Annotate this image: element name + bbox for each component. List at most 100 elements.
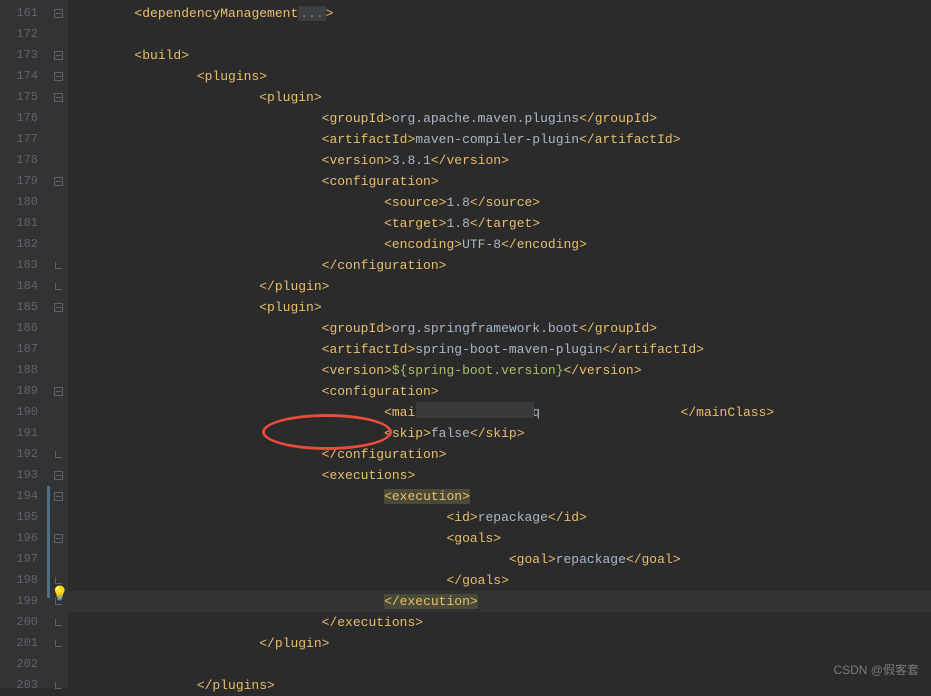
line-number: 174 [0,66,48,87]
line-number: 189 [0,381,48,402]
fold-marker[interactable] [48,45,68,66]
fold-marker[interactable] [48,528,68,549]
fold-gutter[interactable] [48,0,68,688]
line-number: 201 [0,633,48,654]
code-line[interactable]: <encoding>UTF-8</encoding> [68,234,931,255]
code-line[interactable]: <artifactId>spring-boot-maven-plugin</ar… [68,339,931,360]
fold-marker[interactable] [48,507,68,528]
fold-marker[interactable] [48,24,68,45]
code-line[interactable] [68,24,931,45]
line-number: 180 [0,192,48,213]
code-editor[interactable]: 1611721731741751761771781791801811821831… [0,0,931,688]
watermark-text: CSDN @假客套 [833,661,919,678]
code-line[interactable]: <dependencyManagement...> [68,3,931,24]
code-line[interactable]: </execution> [68,591,931,612]
fold-marker[interactable] [48,402,68,423]
code-line[interactable]: <goals> [68,528,931,549]
fold-marker[interactable] [48,612,68,633]
fold-marker[interactable] [48,171,68,192]
fold-marker[interactable] [48,465,68,486]
code-line[interactable]: </configuration> [68,444,931,465]
code-line[interactable]: <id>repackage</id> [68,507,931,528]
intention-bulb-icon[interactable]: 💡 [51,586,68,603]
line-number: 193 [0,465,48,486]
code-line[interactable]: <groupId>org.apache.maven.plugins</group… [68,108,931,129]
code-line[interactable]: <source>1.8</source> [68,192,931,213]
redacted-box [416,402,534,418]
line-number: 188 [0,360,48,381]
line-number: 182 [0,234,48,255]
code-line[interactable]: <plugins> [68,66,931,87]
code-line[interactable]: <artifactId>maven-compiler-plugin</artif… [68,129,931,150]
line-number: 187 [0,339,48,360]
line-number: 185 [0,297,48,318]
line-number: 173 [0,45,48,66]
code-line[interactable]: <groupId>org.springframework.boot</group… [68,318,931,339]
fold-marker[interactable] [48,297,68,318]
code-line[interactable]: </plugins> [68,675,931,696]
line-number: 197 [0,549,48,570]
line-number: 194 [0,486,48,507]
fold-marker[interactable] [48,276,68,297]
fold-marker[interactable] [48,150,68,171]
line-number: 184 [0,276,48,297]
code-line[interactable]: </configuration> [68,255,931,276]
code-line[interactable]: <version>${spring-boot.version}</version… [68,360,931,381]
fold-marker[interactable] [48,654,68,675]
line-number: 192 [0,444,48,465]
code-line[interactable]: </plugin> [68,633,931,654]
fold-marker[interactable] [48,486,68,507]
fold-marker[interactable] [48,339,68,360]
line-number: 179 [0,171,48,192]
line-number: 195 [0,507,48,528]
fold-marker[interactable] [48,360,68,381]
fold-marker[interactable] [48,381,68,402]
line-number: 190 [0,402,48,423]
code-line[interactable]: <executions> [68,465,931,486]
fold-marker[interactable] [48,234,68,255]
fold-marker[interactable] [48,66,68,87]
line-number: 161 [0,3,48,24]
line-number: 202 [0,654,48,675]
code-line[interactable]: </goals> [68,570,931,591]
line-number: 177 [0,129,48,150]
change-marker [47,486,50,598]
fold-marker[interactable] [48,444,68,465]
fold-marker[interactable] [48,423,68,444]
line-number: 198 [0,570,48,591]
fold-marker[interactable] [48,108,68,129]
code-line[interactable]: <configuration> [68,171,931,192]
fold-marker[interactable] [48,255,68,276]
fold-marker[interactable] [48,675,68,696]
fold-marker[interactable] [48,549,68,570]
code-line[interactable]: </plugin> [68,276,931,297]
code-line[interactable]: <version>3.8.1</version> [68,150,931,171]
code-line[interactable] [68,654,931,675]
fold-marker[interactable] [48,3,68,24]
line-number: 175 [0,87,48,108]
line-number-gutter: 1611721731741751761771781791801811821831… [0,0,48,688]
code-line[interactable]: <plugin> [68,87,931,108]
fold-marker[interactable] [48,192,68,213]
code-line[interactable]: <execution> [68,486,931,507]
code-line[interactable]: <configuration> [68,381,931,402]
line-number: 191 [0,423,48,444]
line-number: 186 [0,318,48,339]
line-number: 203 [0,675,48,696]
code-line[interactable]: <target>1.8</target> [68,213,931,234]
code-line[interactable]: <build> [68,45,931,66]
code-area[interactable]: <dependencyManagement...> <build> <plugi… [68,0,931,688]
code-line[interactable]: <skip>false</skip> [68,423,931,444]
line-number: 176 [0,108,48,129]
code-line[interactable]: <goal>repackage</goal> [68,549,931,570]
fold-marker[interactable] [48,129,68,150]
fold-marker[interactable] [48,633,68,654]
line-number: 178 [0,150,48,171]
line-number: 200 [0,612,48,633]
code-line[interactable]: <plugin> [68,297,931,318]
fold-marker[interactable] [48,213,68,234]
fold-marker[interactable] [48,87,68,108]
code-line[interactable]: </executions> [68,612,931,633]
line-number: 172 [0,24,48,45]
fold-marker[interactable] [48,318,68,339]
